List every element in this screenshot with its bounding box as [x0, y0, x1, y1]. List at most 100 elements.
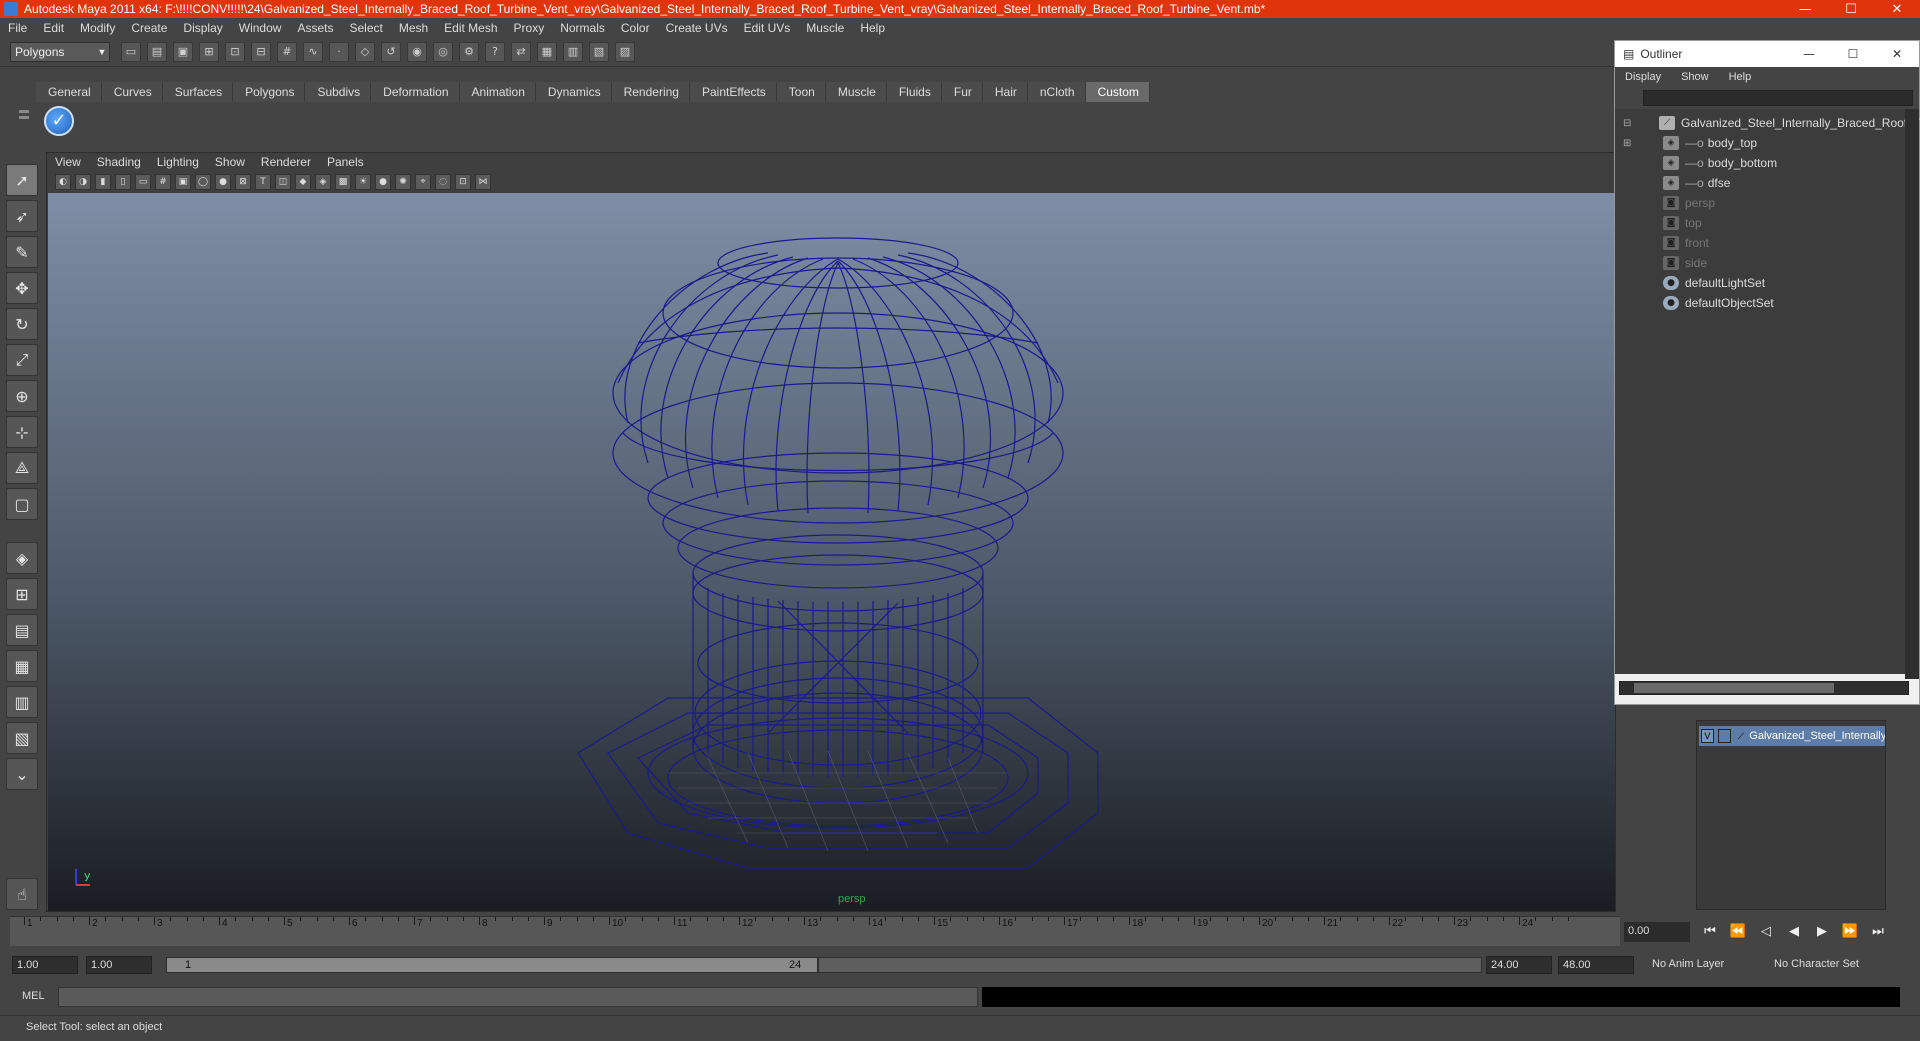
- safe-title-icon[interactable]: ●: [215, 174, 231, 190]
- soft-mod-icon[interactable]: ⊹: [6, 416, 38, 448]
- animation-end-field[interactable]: 48.00: [1558, 956, 1634, 974]
- outliner-vertical-scrollbar[interactable]: [1905, 109, 1919, 679]
- text-icon[interactable]: T: [255, 174, 271, 190]
- step-back-frame-icon[interactable]: ◁: [1752, 924, 1780, 939]
- layer-type-toggle[interactable]: [1717, 729, 1731, 743]
- textured-icon[interactable]: ▩: [335, 174, 351, 190]
- anim-layer-select[interactable]: No Anim Layer: [1648, 956, 1754, 974]
- outliner-row[interactable]: ◙ persp: [1663, 193, 1715, 213]
- render-settings-icon[interactable]: ⚙: [459, 41, 479, 62]
- field-chart-icon[interactable]: ⊠: [235, 174, 251, 190]
- open-scene-icon[interactable]: ▤: [147, 41, 167, 62]
- shelf-tab-polygons[interactable]: Polygons: [233, 82, 306, 102]
- menu-muscle[interactable]: Muscle: [798, 21, 852, 35]
- menu-color[interactable]: Color: [613, 21, 658, 35]
- four-view-layout-icon[interactable]: ⊞: [6, 578, 38, 610]
- xray-icon[interactable]: ◌: [435, 174, 451, 190]
- outliner-maximize-button[interactable]: ☐: [1831, 47, 1875, 61]
- snap-plane-icon[interactable]: ◇: [355, 41, 375, 62]
- outliner-persp-layout-icon[interactable]: ▤: [6, 614, 38, 646]
- menu-normals[interactable]: Normals: [552, 21, 613, 35]
- smooth-shade-icon[interactable]: ◆: [295, 174, 311, 190]
- minimize-button[interactable]: —: [1782, 2, 1828, 17]
- last-tool-icon[interactable]: ▢: [6, 488, 38, 520]
- menu-set-selector[interactable]: Polygons ▼: [10, 41, 110, 62]
- graph-persp-layout-icon[interactable]: ▦: [6, 650, 38, 682]
- outliner-row[interactable]: ● defaultLightSet: [1663, 273, 1765, 293]
- playback-end-field[interactable]: 24.00: [1486, 956, 1552, 974]
- outliner-row[interactable]: ◙ side: [1663, 253, 1707, 273]
- select-tool-icon[interactable]: ➚: [6, 164, 38, 196]
- outliner-horizontal-scrollbar[interactable]: [1619, 681, 1909, 695]
- outliner-search-field[interactable]: [1643, 90, 1913, 106]
- outliner-row[interactable]: ⊟ ⟋ Galvanized_Steel_Internally_Braced_R…: [1623, 113, 1920, 133]
- help-icon[interactable]: ?: [485, 41, 505, 62]
- shelf-tab-subdivs[interactable]: Subdivs: [305, 82, 372, 102]
- menu-edit-mesh[interactable]: Edit Mesh: [436, 21, 505, 35]
- shelf-tab-toon[interactable]: Toon: [776, 82, 826, 102]
- go-to-end-icon[interactable]: ⏭: [1864, 924, 1892, 939]
- outliner-row[interactable]: ◈ —o dfse: [1663, 173, 1730, 193]
- snap-grid-icon[interactable]: #: [277, 41, 297, 62]
- hq-render-icon[interactable]: ✺: [395, 174, 411, 190]
- panel-menu-lighting[interactable]: Lighting: [149, 153, 207, 171]
- menu-create-uvs[interactable]: Create UVs: [658, 21, 736, 35]
- menu-select[interactable]: Select: [341, 21, 390, 35]
- menu-edit[interactable]: Edit: [35, 21, 72, 35]
- menu-display[interactable]: Display: [175, 21, 230, 35]
- snap-point-icon[interactable]: ·: [329, 41, 349, 62]
- maximize-button[interactable]: ☐: [1828, 2, 1874, 17]
- menu-mesh[interactable]: Mesh: [391, 21, 436, 35]
- mel-label[interactable]: MEL: [22, 990, 45, 1002]
- shelf-tab-dynamics[interactable]: Dynamics: [535, 82, 612, 102]
- outliner-row[interactable]: ● defaultObjectSet: [1663, 293, 1774, 313]
- history-icon[interactable]: ↺: [381, 41, 401, 62]
- safe-action-icon[interactable]: ◯: [195, 174, 211, 190]
- 3d-viewport[interactable]: y persp: [48, 193, 1615, 911]
- select-hierarchy-icon[interactable]: ⊞: [199, 41, 219, 62]
- menu-window[interactable]: Window: [231, 21, 290, 35]
- step-back-key-icon[interactable]: ⏪: [1724, 924, 1752, 939]
- input-output-icon[interactable]: ⇄: [511, 41, 531, 62]
- outliner-close-button[interactable]: ✕: [1875, 47, 1919, 61]
- shelf-menu-handle[interactable]: [14, 80, 34, 140]
- outliner-menu-display[interactable]: Display: [1615, 71, 1671, 83]
- grid-toggle-icon[interactable]: #: [155, 174, 171, 190]
- panel-menu-renderer[interactable]: Renderer: [253, 153, 319, 171]
- bookmark-icon[interactable]: ▮: [95, 174, 111, 190]
- shelf-tab-muscle[interactable]: Muscle: [825, 82, 887, 102]
- shelf-tab-curves[interactable]: Curves: [101, 82, 163, 102]
- manipulator-tool-icon[interactable]: ⊕: [6, 380, 38, 412]
- wireframe-on-shaded-icon[interactable]: ◈: [315, 174, 331, 190]
- menu-help[interactable]: Help: [852, 21, 893, 35]
- select-component-icon[interactable]: ⊟: [251, 41, 271, 62]
- shelf-tab-fur[interactable]: Fur: [941, 82, 983, 102]
- range-slider-handle[interactable]: [167, 958, 819, 972]
- image-plane-icon[interactable]: ▯: [115, 174, 131, 190]
- shelf-tab-hair[interactable]: Hair: [982, 82, 1028, 102]
- select-object-icon[interactable]: ⊡: [225, 41, 245, 62]
- panel-menu-view[interactable]: View: [47, 153, 89, 171]
- new-scene-icon[interactable]: ▭: [121, 41, 141, 62]
- go-to-start-icon[interactable]: ⏮: [1696, 924, 1724, 939]
- outliner-row[interactable]: ◈ —o body_bottom: [1663, 153, 1777, 173]
- layer-editor-icon[interactable]: ▨: [615, 41, 635, 62]
- outliner-row[interactable]: ◙ top: [1663, 213, 1702, 233]
- shelf-checkmark-icon[interactable]: ✓: [44, 106, 74, 136]
- render-frame-icon[interactable]: ◉: [407, 41, 427, 62]
- menu-modify[interactable]: Modify: [72, 21, 123, 35]
- snap-curve-icon[interactable]: ∿: [303, 41, 323, 62]
- shelf-tab-ncloth[interactable]: nCloth: [1027, 82, 1086, 102]
- character-set-select[interactable]: No Character Set: [1770, 956, 1880, 974]
- quick-layout-icon[interactable]: ☝: [6, 878, 38, 910]
- collapse-icon[interactable]: ⊟: [1623, 118, 1635, 129]
- shelf-tab-surfaces[interactable]: Surfaces: [162, 82, 234, 102]
- wireframe-icon[interactable]: ◫: [275, 174, 291, 190]
- current-time-field[interactable]: 0.00: [1624, 922, 1690, 942]
- menu-edit-uvs[interactable]: Edit UVs: [736, 21, 799, 35]
- shelf-tab-painteffects[interactable]: PaintEffects: [689, 82, 777, 102]
- single-perspective-layout-icon[interactable]: ◈: [6, 542, 38, 574]
- playback-start-field[interactable]: 1.00: [86, 956, 152, 974]
- share-icon[interactable]: ⋈: [475, 174, 491, 190]
- channel-box-icon[interactable]: ▦: [537, 41, 557, 62]
